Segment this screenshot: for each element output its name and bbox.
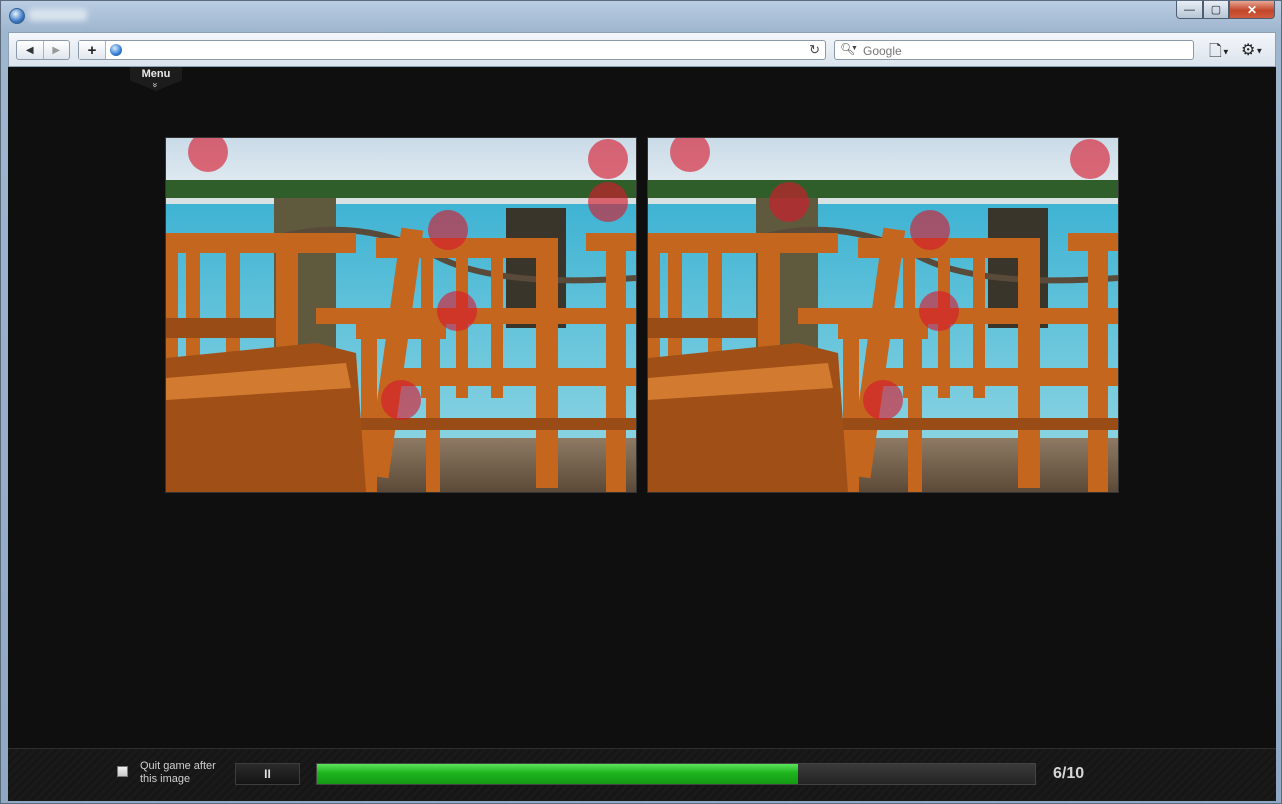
forward-button[interactable]: ▶	[42, 41, 70, 59]
globe-icon	[110, 44, 122, 56]
browser-app-icon	[9, 8, 25, 24]
quit-after-image-checkbox[interactable]	[117, 766, 128, 777]
nav-buttons: ◀ ▶	[16, 40, 70, 60]
progress-bar	[316, 763, 1036, 785]
difference-marker[interactable]	[587, 139, 628, 180]
close-button[interactable]: ✕	[1229, 1, 1275, 19]
page-icon: 🗋	[1209, 43, 1222, 60]
difference-marker[interactable]	[381, 379, 421, 420]
forward-arrow-icon: ▶	[52, 44, 61, 56]
game-control-bar: Quit game after this image II 6/10	[8, 748, 1276, 801]
title-bar: — ▢ ✕	[1, 1, 1281, 29]
quit-after-image-label: Quit game after this image	[140, 760, 216, 785]
difference-marker[interactable]	[428, 210, 468, 251]
page-menu-button[interactable]: 🗋▼	[1209, 40, 1230, 67]
right-photo[interactable]	[647, 137, 1119, 493]
browser-window: — ▢ ✕ ◀ ▶ + ↻ 🔍︎ ▼ 🗋▼ ⚙▼ Menu »	[0, 0, 1282, 804]
pause-button[interactable]: II	[235, 763, 300, 785]
search-engine-dropdown-icon[interactable]: ▼	[851, 45, 858, 52]
window-title	[29, 9, 87, 21]
url-input[interactable]	[127, 42, 801, 60]
difference-marker[interactable]	[910, 210, 950, 251]
progress-counter: 6/10	[1053, 765, 1085, 782]
menu-tab[interactable]: Menu »	[130, 67, 182, 91]
maximize-button[interactable]: ▢	[1203, 1, 1229, 19]
menu-label: Menu	[141, 68, 171, 80]
reload-icon[interactable]: ↻	[809, 42, 820, 58]
minimize-button[interactable]: —	[1176, 1, 1203, 19]
difference-marker[interactable]	[587, 181, 628, 222]
difference-marker[interactable]	[863, 379, 903, 420]
window-controls: — ▢ ✕	[1176, 1, 1275, 19]
difference-marker[interactable]	[1069, 139, 1110, 180]
back-button[interactable]: ◀	[17, 41, 43, 59]
search-box: 🔍︎ ▼	[834, 40, 1194, 60]
add-bookmark-button[interactable]: +	[79, 41, 106, 59]
tools-menu-button[interactable]: ⚙▼	[1241, 40, 1263, 60]
difference-marker[interactable]	[769, 181, 809, 222]
search-input[interactable]	[861, 42, 1185, 60]
left-photo[interactable]	[165, 137, 637, 493]
game-area: Menu »	[8, 67, 1276, 748]
address-bar: + ↻	[78, 40, 826, 60]
chevron-down-icon: »	[150, 82, 161, 88]
gear-icon: ⚙	[1241, 42, 1256, 59]
browser-toolbar: ◀ ▶ + ↻ 🔍︎ ▼ 🗋▼ ⚙▼	[8, 32, 1276, 67]
progress-fill	[317, 764, 799, 784]
back-arrow-icon: ◀	[25, 44, 34, 56]
